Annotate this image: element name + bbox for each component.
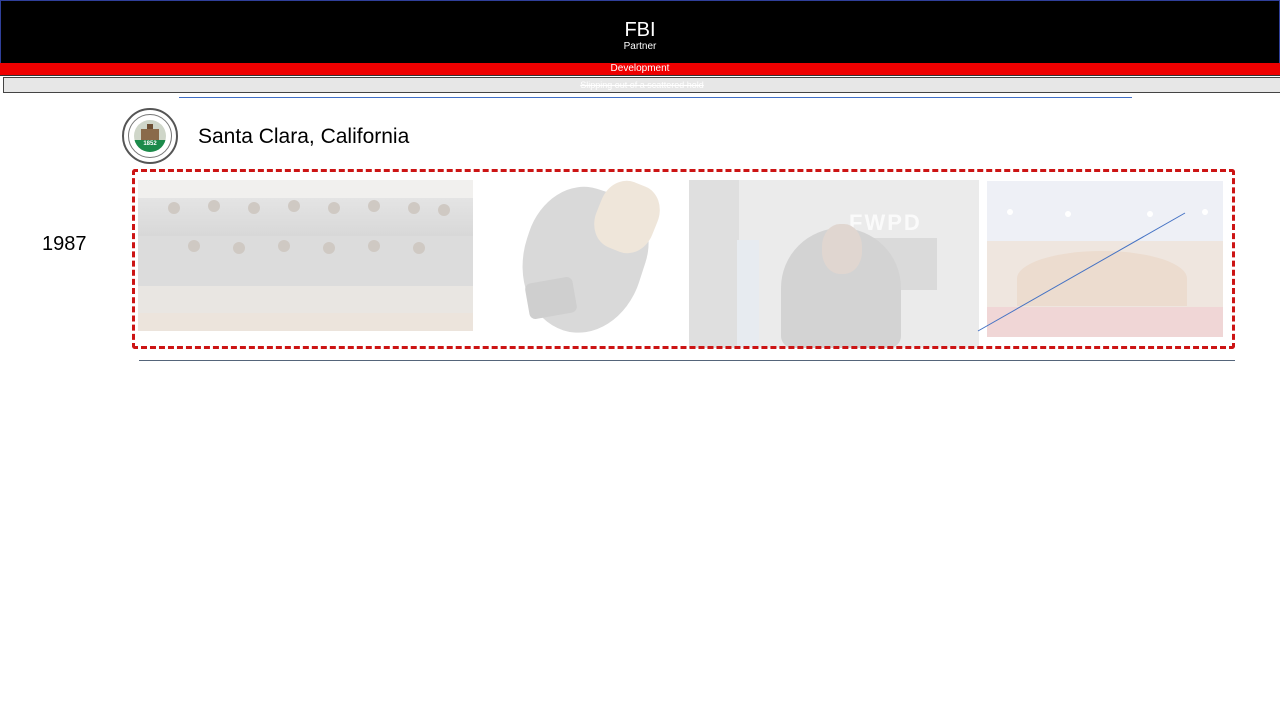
seal-emblem: 1852 [134,120,166,152]
year-label: 1987 [42,233,87,255]
section-bar: Development [0,63,1280,76]
city-title: Santa Clara, California [198,125,410,148]
header-banner: FBI Partner [0,0,1280,63]
header-title: FBI [624,19,656,41]
header-subtitle: Partner [623,41,657,52]
seal-building [141,129,159,140]
section-bar-label: Development [610,63,670,74]
photo-selection-frame[interactable] [132,169,1235,349]
bottom-divider [139,360,1235,361]
city-seal-logo: 1852 [122,108,178,164]
status-bar-label: Slipping out of a scattered hold [580,80,704,90]
status-bar: Slipping out of a scattered hold [3,77,1280,93]
seal-year: 1852 [143,141,157,147]
top-divider [179,97,1132,98]
